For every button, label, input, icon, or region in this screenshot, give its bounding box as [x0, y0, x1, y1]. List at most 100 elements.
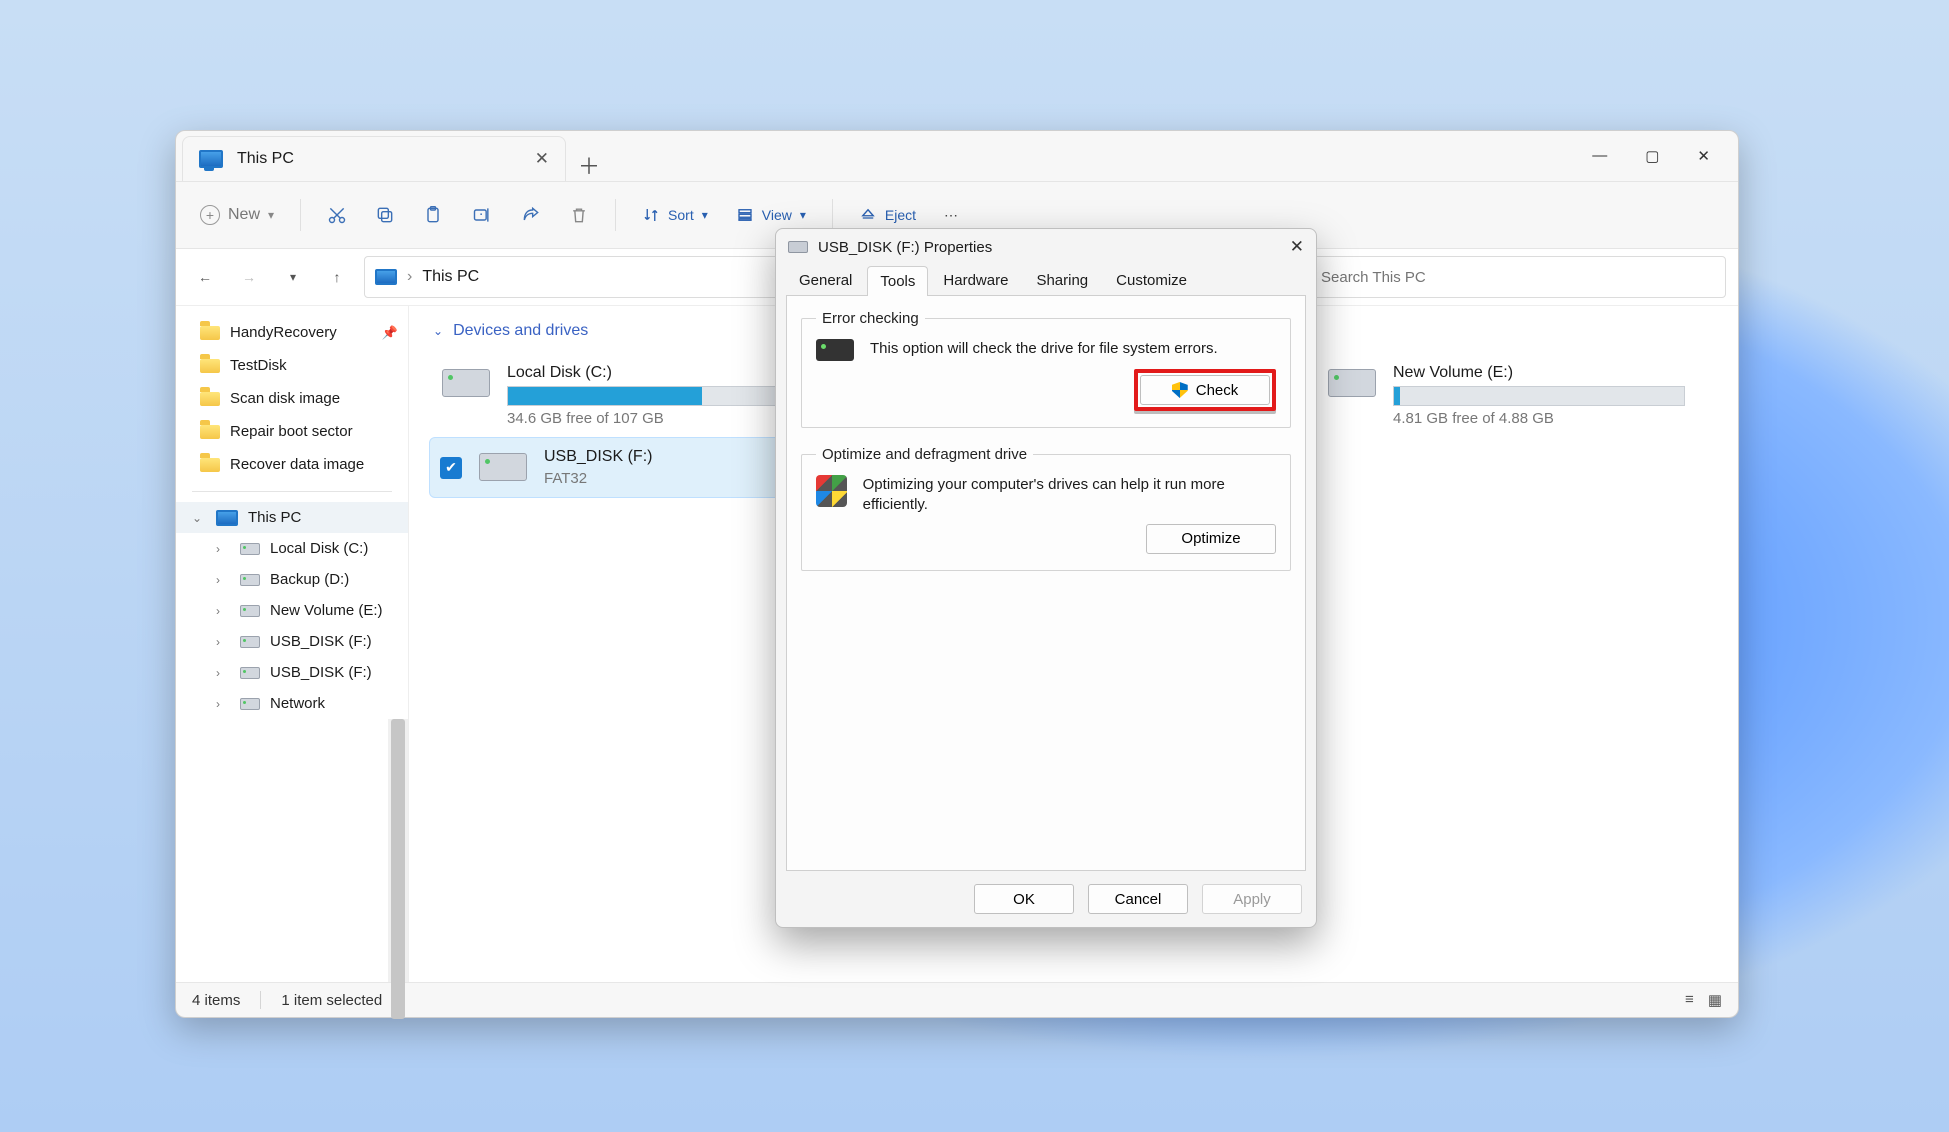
close-icon[interactable]: ✕ [1290, 237, 1304, 257]
back-button[interactable]: ← [188, 260, 222, 294]
maximize-icon[interactable]: ▢ [1645, 147, 1659, 165]
close-icon[interactable]: ✕ [1697, 147, 1710, 165]
chevron-right-icon: › [216, 635, 230, 649]
new-button[interactable]: + New ▾ [190, 195, 284, 235]
details-view-icon[interactable]: ≡ [1685, 991, 1694, 1009]
tree-label: Backup (D:) [270, 571, 349, 588]
drive-item[interactable]: Local Disk (C:) 34.6 GB free of 107 GB [429, 354, 809, 437]
tab-hardware[interactable]: Hardware [930, 265, 1021, 295]
section-title: Devices and drives [453, 322, 588, 340]
tab-general[interactable]: General [786, 265, 865, 295]
sort-button[interactable]: Sort ▾ [632, 195, 718, 235]
recent-button[interactable]: ▾ [276, 260, 310, 294]
tab-customize[interactable]: Customize [1103, 265, 1200, 295]
drive-icon [788, 241, 808, 253]
chevron-right-icon: › [216, 573, 230, 587]
drive-sub: 34.6 GB free of 107 GB [507, 410, 799, 427]
tree-label: This PC [248, 509, 301, 526]
tab-title: This PC [237, 150, 294, 168]
up-button[interactable]: ↑ [320, 260, 354, 294]
close-tab-icon[interactable]: ✕ [535, 149, 549, 169]
drive-name: USB_DISK (F:) [544, 448, 800, 466]
defrag-text: Optimizing your computer's drives can he… [863, 475, 1276, 516]
drive-item[interactable]: New Volume (E:)4.81 GB free of 4.88 GB [1315, 354, 1695, 437]
share-button[interactable] [511, 195, 551, 235]
drive-icon [240, 667, 260, 679]
search-box[interactable] [1306, 256, 1726, 298]
error-checking-group: Error checking This option will check th… [801, 310, 1291, 428]
drive-icon [240, 543, 260, 555]
folder-icon [200, 359, 220, 373]
drive-sub: 4.81 GB free of 4.88 GB [1393, 410, 1685, 427]
quick-access-label: HandyRecovery [230, 324, 337, 341]
tab-sharing[interactable]: Sharing [1023, 265, 1101, 295]
monitor-icon [199, 150, 223, 168]
quick-access-label: TestDisk [230, 357, 287, 374]
dialog-title: USB_DISK (F:) Properties [818, 239, 992, 256]
pin-icon: 📌 [382, 325, 398, 341]
defrag-legend: Optimize and defragment drive [816, 446, 1033, 463]
monitor-icon [375, 269, 397, 285]
tab-this-pc[interactable]: This PC ✕ [182, 136, 566, 181]
folder-icon [200, 326, 220, 340]
sort-label: Sort [668, 207, 694, 223]
highlight-annotation: Check [1134, 369, 1276, 411]
minimize-icon[interactable]: — [1592, 147, 1607, 165]
tab-body: Error checking This option will check th… [786, 295, 1306, 871]
breadcrumb-sep: › [407, 268, 412, 286]
drive-item[interactable]: ✔USB_DISK (F:)FAT32 [429, 437, 811, 498]
forward-button[interactable]: → [232, 260, 266, 294]
check-button[interactable]: Check [1140, 375, 1270, 405]
tree-item[interactable]: ›USB_DISK (F:) [176, 626, 408, 657]
titlebar: This PC ✕ ＋ — ▢ ✕ [176, 131, 1738, 181]
cut-button[interactable] [317, 195, 357, 235]
cancel-label: Cancel [1115, 891, 1162, 908]
breadcrumb[interactable]: This PC [422, 268, 479, 286]
optimize-button[interactable]: Optimize [1146, 524, 1276, 554]
dialog-actions: OK Cancel Apply [776, 871, 1316, 927]
properties-dialog: USB_DISK (F:) Properties ✕ GeneralToolsH… [775, 228, 1317, 928]
separator [192, 491, 392, 492]
separator [615, 199, 616, 231]
dialog-tabs: GeneralToolsHardwareSharingCustomize [776, 265, 1316, 295]
new-tab-button[interactable]: ＋ [566, 149, 612, 181]
new-label: New [228, 206, 260, 224]
tree-item[interactable]: ›Local Disk (C:) [176, 533, 408, 564]
usage-bar [507, 386, 799, 406]
delete-button[interactable] [559, 195, 599, 235]
chevron-down-icon: ▾ [800, 208, 806, 222]
eject-label: Eject [885, 207, 916, 223]
large-icons-view-icon[interactable]: ▦ [1708, 991, 1722, 1009]
quick-access-item[interactable]: Recover data image [176, 448, 408, 481]
separator [832, 199, 833, 231]
tab-tools[interactable]: Tools [867, 266, 928, 296]
ok-button[interactable]: OK [974, 884, 1074, 914]
chevron-down-icon: ⌄ [433, 324, 443, 338]
paste-button[interactable] [413, 195, 453, 235]
cancel-button[interactable]: Cancel [1088, 884, 1188, 914]
copy-button[interactable] [365, 195, 405, 235]
tree-label: Local Disk (C:) [270, 540, 368, 557]
error-checking-legend: Error checking [816, 310, 925, 327]
tree-item[interactable]: ›Network [176, 688, 408, 719]
tree-item[interactable]: ›New Volume (E:) [176, 595, 408, 626]
quick-access-item[interactable]: TestDisk [176, 349, 408, 382]
nav-scrollbar[interactable] [388, 719, 408, 982]
rename-button[interactable] [461, 195, 503, 235]
apply-button[interactable]: Apply [1202, 884, 1302, 914]
tree-item[interactable]: › Backup (D:) [176, 564, 408, 595]
quick-access-item[interactable]: Repair boot sector [176, 415, 408, 448]
quick-access-item[interactable]: HandyRecovery 📌 [176, 316, 408, 349]
status-bar: 4 items 1 item selected ≡ ▦ [176, 982, 1738, 1017]
quick-access-label: Scan disk image [230, 390, 340, 407]
quick-access-item[interactable]: Scan disk image [176, 382, 408, 415]
tree-list: ›Local Disk (C:)›Backup (D:)›New Volume … [176, 533, 408, 719]
drive-name: Local Disk (C:) [507, 364, 799, 382]
tree-item[interactable]: ›USB_DISK (F:) [176, 657, 408, 688]
chevron-down-icon: ▾ [702, 208, 708, 222]
usage-bar [1393, 386, 1685, 406]
tree-this-pc[interactable]: ⌄ This PC [176, 502, 408, 533]
search-input[interactable] [1319, 268, 1713, 287]
drive-icon [240, 636, 260, 648]
checkbox-icon: ✔ [440, 457, 462, 479]
